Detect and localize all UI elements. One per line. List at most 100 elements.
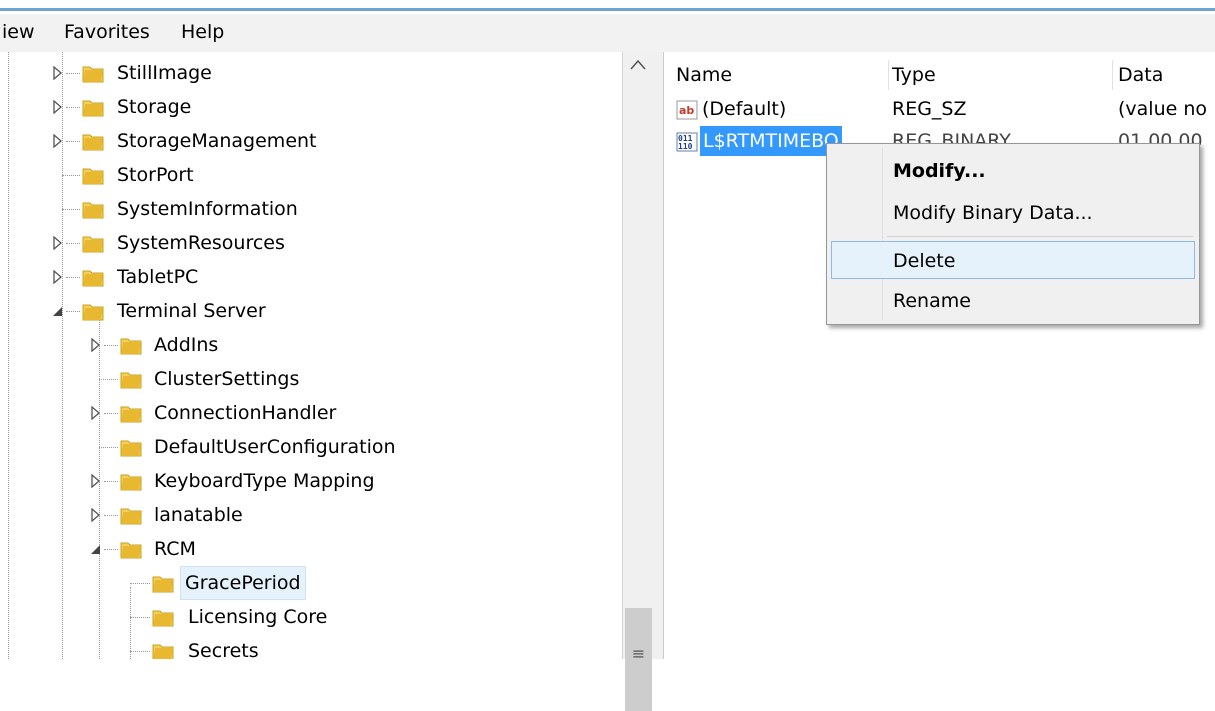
tree-item-rcm[interactable]: RCM: [0, 532, 620, 566]
tree-item-label: SystemResources: [117, 232, 285, 254]
tree-scrollbar[interactable]: ≡: [622, 52, 655, 711]
tree-item-stillimage[interactable]: StillImage: [0, 56, 620, 90]
tree-item-storport[interactable]: StorPort: [0, 158, 620, 192]
folder-icon: [120, 368, 142, 390]
tree-item-keyboardtype-mapping[interactable]: KeyboardType Mapping: [0, 464, 620, 498]
tree-connector: [66, 73, 80, 74]
list-row-default[interactable]: ab (Default) REG_SZ (value no: [664, 94, 1215, 124]
tree-connector: [62, 209, 80, 210]
folder-icon: [82, 62, 104, 84]
tree-item-label: ConnectionHandler: [154, 402, 337, 424]
tree-connector: [130, 617, 150, 618]
tree-item-secrets[interactable]: Secrets: [0, 634, 620, 659]
tree-item-label: GracePeriod: [180, 566, 306, 600]
tree-item-label: SystemInformation: [117, 198, 298, 220]
tree-connector: [62, 175, 80, 176]
folder-icon: [82, 232, 104, 254]
column-divider[interactable]: [888, 60, 889, 90]
expand-arrow-icon[interactable]: [90, 406, 102, 420]
menu-favorites[interactable]: Favorites: [64, 21, 150, 43]
folder-icon: [120, 538, 142, 560]
folder-icon: [152, 606, 174, 628]
folder-icon: [152, 572, 174, 594]
tree-item-label: Licensing Core: [188, 606, 328, 628]
folder-icon: [120, 436, 142, 458]
expand-arrow-icon[interactable]: [52, 134, 64, 148]
tree-item-systemresources[interactable]: SystemResources: [0, 226, 620, 260]
tree-connector: [66, 311, 80, 312]
folder-icon: [120, 470, 142, 492]
column-header-data[interactable]: Data: [1118, 58, 1163, 92]
folder-icon: [120, 334, 142, 356]
expand-arrow-icon[interactable]: [52, 100, 64, 114]
folder-icon: [120, 402, 142, 424]
menu-item-label: Delete: [893, 250, 956, 272]
collapse-arrow-icon[interactable]: [52, 304, 64, 318]
tree-item-label: DefaultUserConfiguration: [154, 436, 396, 458]
column-header-name[interactable]: Name: [676, 58, 732, 92]
tree-item-label: Storage: [117, 96, 192, 118]
expand-arrow-icon[interactable]: [52, 270, 64, 284]
tree-item-label: lanatable: [154, 504, 243, 526]
registry-key-tree: StillImage Storage StorageManagement Sto…: [0, 52, 620, 659]
tree-item-label: KeyboardType Mapping: [154, 470, 375, 492]
menu-item-modify-binary-data[interactable]: Modify Binary Data...: [831, 194, 1195, 232]
column-header-type[interactable]: Type: [892, 58, 936, 92]
tree-item-addins[interactable]: AddIns: [0, 328, 620, 362]
expand-arrow-icon[interactable]: [52, 66, 64, 80]
string-value-icon: ab: [676, 99, 698, 120]
tree-connector: [130, 583, 150, 584]
tree-item-lanatable[interactable]: lanatable: [0, 498, 620, 532]
value-name: L$RTMTIMEBO: [700, 126, 842, 156]
pane-splitter[interactable]: [654, 52, 664, 659]
scrollbar-thumb[interactable]: ≡: [625, 608, 652, 711]
tree-item-clustersettings[interactable]: ClusterSettings: [0, 362, 620, 396]
tree-item-label: RCM: [154, 538, 196, 560]
tree-item-storage[interactable]: Storage: [0, 90, 620, 124]
scroll-up-icon[interactable]: [623, 58, 653, 82]
folder-icon: [120, 504, 142, 526]
tree-item-label: AddIns: [154, 334, 219, 356]
menu-item-modify[interactable]: Modify...: [831, 152, 1195, 190]
folder-icon: [82, 96, 104, 118]
menu-item-rename[interactable]: Rename: [831, 282, 1195, 320]
column-divider[interactable]: [1112, 60, 1113, 90]
collapse-arrow-icon[interactable]: [90, 542, 102, 556]
folder-icon: [82, 266, 104, 288]
expand-arrow-icon[interactable]: [90, 338, 102, 352]
tree-connector: [99, 379, 118, 380]
tree-connector: [104, 345, 118, 346]
tree-item-connectionhandler[interactable]: ConnectionHandler: [0, 396, 620, 430]
tree-item-terminal-server[interactable]: Terminal Server: [0, 294, 620, 328]
value-type: REG_SZ: [892, 98, 967, 120]
tree-connector: [66, 243, 80, 244]
tree-item-storagemanagement[interactable]: StorageManagement: [0, 124, 620, 158]
tree-item-tabletpc[interactable]: TabletPC: [0, 260, 620, 294]
tree-item-systeminformation[interactable]: SystemInformation: [0, 192, 620, 226]
context-menu: Modify... Modify Binary Data... Delete R…: [826, 143, 1200, 325]
menu-view[interactable]: iew: [2, 21, 35, 43]
tree-item-label: StorageManagement: [117, 130, 317, 152]
expand-arrow-icon[interactable]: [52, 236, 64, 250]
tree-item-defaultuserconfiguration[interactable]: DefaultUserConfiguration: [0, 430, 620, 464]
expand-arrow-icon[interactable]: [90, 508, 102, 522]
tree-connector: [104, 515, 118, 516]
menu-help[interactable]: Help: [181, 21, 224, 43]
tree-item-label: Secrets: [188, 640, 259, 659]
menu-item-label: Modify...: [893, 160, 986, 182]
folder-icon: [82, 198, 104, 220]
binary-value-icon: 011 110: [676, 131, 698, 152]
tree-item-licensing-core[interactable]: Licensing Core: [0, 600, 620, 634]
folder-icon: [82, 164, 104, 186]
svg-text:ab: ab: [679, 104, 694, 117]
grip-icon: ≡: [631, 644, 646, 663]
menu-bar: iew Favorites Help: [0, 14, 1215, 52]
menu-item-label: Modify Binary Data...: [893, 202, 1093, 224]
menu-item-delete[interactable]: Delete: [831, 241, 1195, 279]
menu-item-label: Rename: [893, 290, 971, 312]
tree-connector: [66, 107, 80, 108]
tree-item-graceperiod[interactable]: GracePeriod: [0, 566, 620, 600]
tree-connector: [104, 413, 118, 414]
tree-connector: [130, 651, 150, 652]
expand-arrow-icon[interactable]: [90, 474, 102, 488]
